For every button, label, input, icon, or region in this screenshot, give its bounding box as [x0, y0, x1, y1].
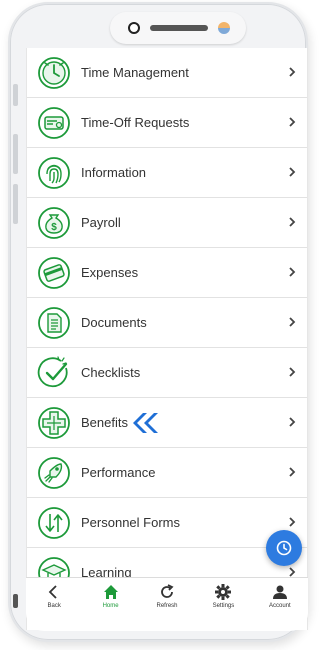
menu-item-benefits[interactable]: Benefits — [27, 398, 307, 448]
checkmark-icon — [37, 355, 68, 387]
chevron-right-icon — [289, 367, 296, 377]
menu-item-label: Benefits — [81, 415, 128, 430]
menu-item-label: Time Management — [81, 65, 189, 80]
speaker-icon — [150, 25, 208, 31]
menu-item-checklists[interactable]: Checklists — [27, 348, 307, 398]
menu-item-information[interactable]: Information — [27, 148, 307, 198]
phone-side-button — [13, 84, 18, 106]
document-icon — [38, 306, 70, 339]
nav-refresh[interactable]: Refresh — [139, 578, 195, 613]
chevron-right-icon — [289, 267, 296, 277]
chevron-right-icon — [289, 317, 296, 327]
credit-card-icon — [38, 256, 70, 289]
menu-item-documents[interactable]: Documents — [27, 298, 307, 348]
chevron-right-icon — [289, 167, 296, 177]
nav-account[interactable]: Account — [252, 578, 308, 613]
nav-label: Account — [268, 603, 291, 609]
chevron-right-icon — [289, 67, 296, 77]
menu-item-personnel-forms[interactable]: Personnel Forms — [27, 498, 307, 548]
arrows-icon — [38, 506, 70, 539]
menu-item-payroll[interactable]: $ Payroll — [27, 198, 307, 248]
refresh-icon — [161, 584, 174, 598]
menu-item-label: Payroll — [81, 215, 121, 230]
money-bag-icon: $ — [38, 206, 70, 239]
svg-text:$: $ — [51, 222, 57, 233]
menu-item-time-off-requests[interactable]: Time-Off Requests — [27, 98, 307, 148]
chevron-left-icon — [48, 585, 57, 599]
nav-back[interactable]: Back — [26, 578, 82, 613]
menu-item-performance[interactable]: Performance — [27, 448, 307, 498]
nav-label: Refresh — [156, 603, 178, 609]
menu-item-label: Time-Off Requests — [81, 115, 190, 130]
double-chevron-left-icon — [133, 413, 158, 433]
nav-home[interactable]: Home — [82, 578, 138, 613]
clock-icon — [276, 540, 292, 556]
chevron-right-icon — [289, 217, 296, 227]
menu-item-label: Expenses — [81, 265, 139, 280]
menu-item-time-management[interactable]: Time Management — [27, 48, 307, 98]
camera-icon — [128, 22, 140, 34]
user-icon — [272, 585, 287, 599]
main-menu: Time Management Time-Off Requests Inform… — [27, 48, 307, 598]
phone-notch — [110, 12, 246, 44]
phone-edge-mark — [13, 594, 18, 608]
fingerprint-icon — [38, 156, 70, 189]
clock-fab-button[interactable] — [266, 530, 302, 566]
sensor-icon — [218, 22, 230, 34]
menu-item-label: Documents — [81, 315, 147, 330]
rocket-icon — [38, 456, 70, 489]
bottom-navigation: Back Home Refresh Settings Account — [26, 577, 308, 613]
phone-volume-down-button — [13, 184, 18, 224]
medical-cross-icon — [38, 406, 70, 439]
chevron-right-icon — [289, 117, 296, 127]
menu-item-label: Performance — [81, 465, 156, 480]
chevron-right-icon — [289, 467, 296, 477]
screen-bottom-bezel — [26, 613, 308, 631]
chevron-right-icon — [289, 417, 296, 427]
menu-item-label: Checklists — [81, 365, 141, 380]
menu-item-label: Information — [81, 165, 147, 180]
menu-item-expenses[interactable]: Expenses — [27, 248, 307, 298]
nav-label: Back — [47, 603, 61, 609]
menu-item-label: Personnel Forms — [81, 515, 180, 530]
nav-label: Settings — [212, 603, 235, 609]
home-icon — [103, 585, 118, 599]
gear-icon — [215, 584, 232, 600]
phone-volume-up-button — [13, 134, 18, 174]
ticket-icon — [38, 106, 70, 139]
nav-label: Home — [102, 603, 119, 609]
clock-icon — [38, 56, 70, 89]
nav-settings[interactable]: Settings — [195, 578, 251, 613]
chevron-right-icon — [289, 517, 296, 527]
